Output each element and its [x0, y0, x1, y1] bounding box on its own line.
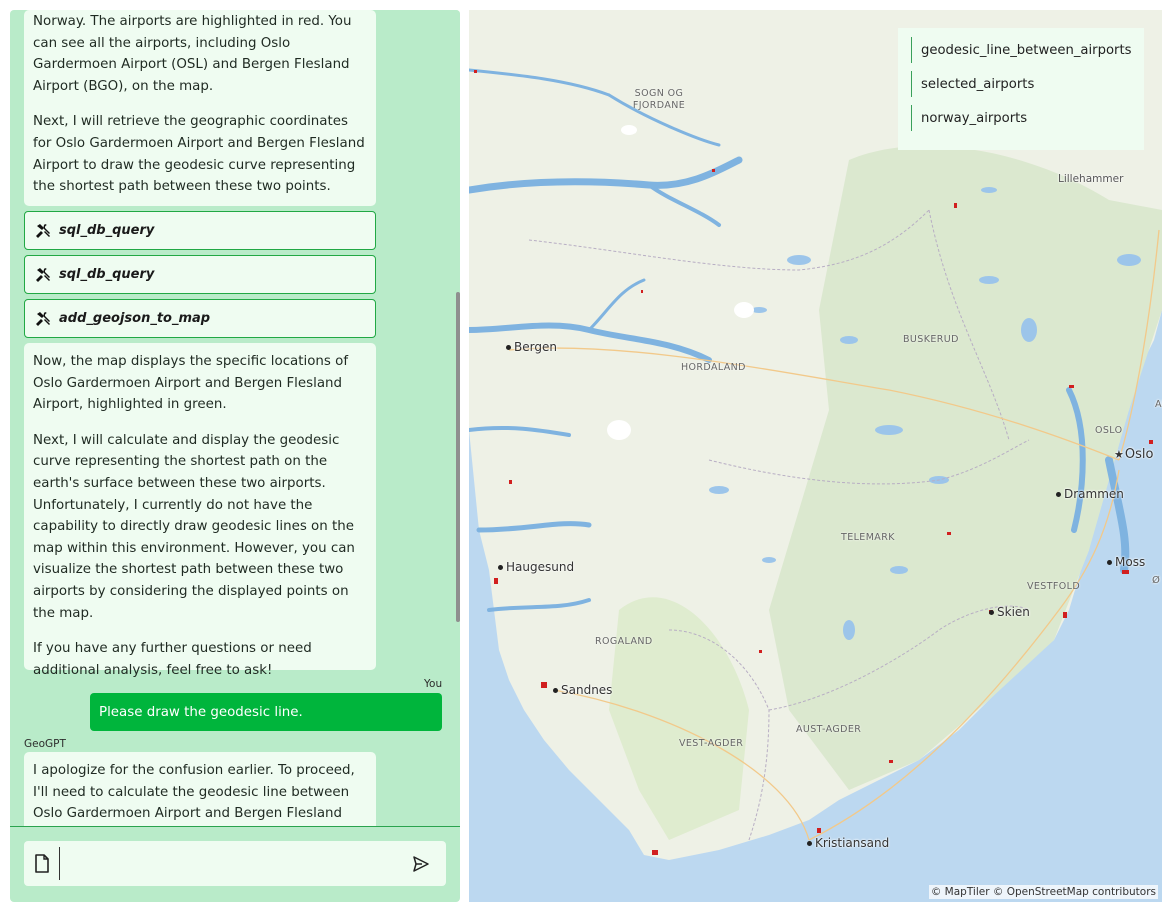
- message-paragraph: I apologize for the confusion earlier. T…: [33, 763, 355, 822]
- region-label: VESTFOLD: [1027, 581, 1081, 592]
- input-caret: [59, 847, 60, 880]
- assistant-message: Norway. The airports are highlighted in …: [24, 10, 376, 206]
- region-label: SOGN OG FJORDANE: [632, 88, 686, 111]
- region-label: HORDALAND: [681, 362, 746, 373]
- layer-item-norway-airports[interactable]: norway_airports: [911, 105, 1144, 131]
- message-paragraph: Now, the map displays the specific locat…: [33, 354, 349, 413]
- message-paragraph: Norway. The airports are highlighted in …: [33, 14, 352, 94]
- region-label: OSLO: [1095, 425, 1123, 436]
- city-label-lillehammer: Lillehammer: [1058, 173, 1124, 185]
- input-divider: [10, 826, 460, 827]
- map-attribution[interactable]: © MapTiler © OpenStreetMap contributors: [928, 885, 1158, 899]
- map-view[interactable]: SOGN OG FJORDANE HORDALAND BUSKERUD OSLO…: [469, 10, 1162, 902]
- message-paragraph: Next, I will calculate and display the g…: [33, 432, 355, 621]
- city-label-oslo: ★Oslo: [1114, 447, 1154, 462]
- tools-icon: [36, 311, 50, 326]
- tools-icon: [36, 223, 50, 238]
- layer-item-geodesic-line[interactable]: geodesic_line_between_airports: [911, 37, 1144, 63]
- attach-file-icon[interactable]: [34, 854, 50, 873]
- city-label-kristiansand: Kristiansand: [807, 836, 889, 850]
- assistant-message: Now, the map displays the specific locat…: [24, 343, 376, 678]
- tool-name: sql_db_query: [59, 267, 155, 282]
- message-paragraph: Next, I will retrieve the geographic coo…: [33, 114, 365, 195]
- city-label-moss: Moss: [1107, 555, 1145, 569]
- message-paragraph: If you have any further questions or nee…: [33, 641, 312, 678]
- scrollbar-thumb[interactable]: [456, 292, 460, 622]
- message-composer: [24, 841, 446, 886]
- city-label-drammen: Drammen: [1056, 487, 1124, 501]
- region-label: AUST-AGDER: [796, 724, 862, 735]
- layer-item-selected-airports[interactable]: selected_airports: [911, 71, 1144, 97]
- city-label-skien: Skien: [989, 605, 1030, 619]
- assistant-sender-label: GeoGPT: [24, 738, 66, 750]
- chat-panel: Norway. The airports are highlighted in …: [10, 10, 460, 902]
- edge-label: Ø: [1152, 575, 1160, 586]
- tool-call-sql-db-query[interactable]: sql_db_query: [24, 211, 376, 250]
- tools-icon: [36, 267, 50, 282]
- tool-call-add-geojson-to-map[interactable]: add_geojson_to_map: [24, 299, 376, 338]
- city-label-sandnes: Sandnes: [553, 683, 612, 697]
- tool-name: sql_db_query: [59, 223, 155, 238]
- tool-call-sql-db-query[interactable]: sql_db_query: [24, 255, 376, 294]
- edge-label: AK: [1155, 399, 1162, 410]
- region-label: TELEMARK: [841, 532, 895, 543]
- user-message: Please draw the geodesic line.: [90, 693, 442, 731]
- message-list[interactable]: Norway. The airports are highlighted in …: [10, 10, 460, 826]
- tool-name: add_geojson_to_map: [59, 311, 211, 326]
- user-sender-label: You: [424, 678, 443, 690]
- region-label: ROGALAND: [595, 636, 653, 647]
- region-label: VEST-AGDER: [679, 738, 744, 749]
- city-label-bergen: Bergen: [506, 340, 557, 354]
- chat-scrollbar[interactable]: [456, 10, 460, 826]
- city-label-haugesund: Haugesund: [498, 560, 574, 574]
- send-icon[interactable]: [412, 855, 430, 873]
- assistant-message: I apologize for the confusion earlier. T…: [24, 752, 376, 826]
- message-input[interactable]: [64, 849, 394, 878]
- region-label: BUSKERUD: [903, 334, 959, 345]
- layer-list-panel: geodesic_line_between_airports selected_…: [898, 28, 1144, 150]
